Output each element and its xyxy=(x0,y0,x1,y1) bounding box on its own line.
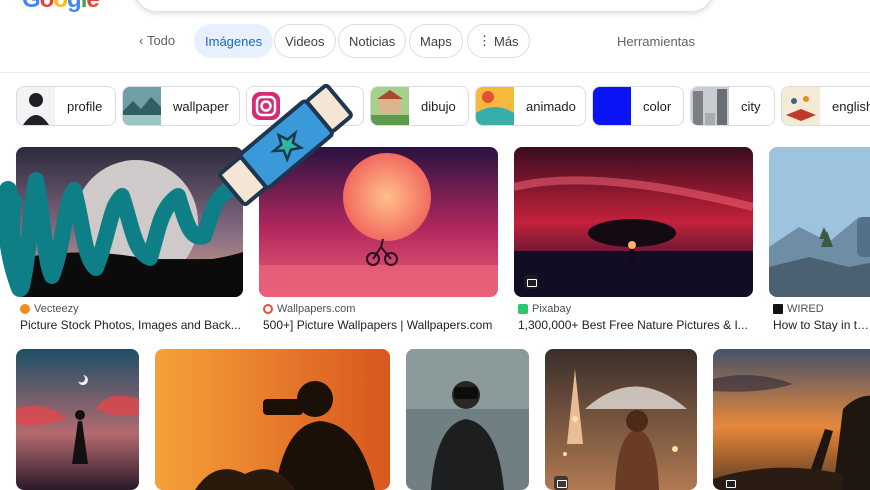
tab-maps[interactable]: Maps xyxy=(409,24,463,58)
filter-label: dibujo xyxy=(421,98,456,114)
tab-videos[interactable]: Videos xyxy=(274,24,336,58)
color-thumb xyxy=(593,87,631,125)
result-image[interactable] xyxy=(259,147,498,297)
tab-label: Más xyxy=(494,33,519,49)
more-vert-icon: ⋮ xyxy=(478,33,491,48)
tab-label: Videos xyxy=(285,33,325,49)
filter-chip-dibujo[interactable]: dibujo xyxy=(370,86,469,126)
result-source: WIRED xyxy=(787,303,824,315)
tab-todo-label: Todo xyxy=(146,33,176,48)
tab-mas[interactable]: ⋮ Más xyxy=(467,24,530,58)
image-result-climber[interactable] xyxy=(713,349,870,490)
wired-favicon-icon xyxy=(773,304,783,314)
tools-button[interactable]: Herramientas xyxy=(617,34,695,49)
filter-label: wallpaper xyxy=(173,98,229,114)
result-image[interactable] xyxy=(514,147,753,297)
search-box[interactable] xyxy=(135,0,713,12)
filter-chip-profile[interactable]: profile xyxy=(16,86,116,126)
result-image[interactable] xyxy=(16,147,243,297)
image-result-camera-man[interactable] xyxy=(406,349,529,490)
result-title[interactable]: 1,300,000+ Best Free Nature Pictures & I… xyxy=(518,318,753,332)
result-title[interactable]: How to Stay in the xyxy=(773,318,870,332)
filter-label: english xyxy=(832,98,870,114)
result-source: Pixabay xyxy=(532,303,572,315)
filter-chip-city[interactable]: city xyxy=(690,86,775,126)
tab-noticias[interactable]: Noticias xyxy=(338,24,407,58)
search-tabs: ‹ Todo Imágenes Videos Noticias Maps ⋮ Má… xyxy=(0,24,870,60)
result-source: Wallpapers.com xyxy=(277,303,356,315)
filter-label: city xyxy=(741,98,761,114)
image-result-paris-umbrella[interactable] xyxy=(545,349,697,490)
google-logo[interactable]: Google xyxy=(22,0,100,14)
tab-todo[interactable]: ‹ Todo xyxy=(139,33,175,48)
dibujo-thumb xyxy=(371,87,409,125)
tab-imagenes[interactable]: Imágenes xyxy=(194,24,274,58)
tab-label: Maps xyxy=(420,33,452,49)
image-badge-icon xyxy=(554,476,568,490)
filter-chip-wallpaper[interactable]: wallpaper xyxy=(122,86,240,126)
image-result-photographer[interactable] xyxy=(155,349,390,490)
city-thumb xyxy=(691,87,729,125)
filter-label: animado xyxy=(526,98,576,114)
header-divider xyxy=(0,72,870,73)
image-result-silhouette-sky[interactable] xyxy=(16,349,139,490)
result-title[interactable]: 500+] Picture Wallpapers | Wallpapers.co… xyxy=(263,318,503,332)
tab-label: Imágenes xyxy=(205,33,263,49)
result-source: Vecteezy xyxy=(34,303,79,315)
instagram-icon xyxy=(247,87,285,125)
pixabay-favicon-icon xyxy=(518,304,528,314)
vecteezy-favicon-icon xyxy=(20,304,30,314)
filter-chip-instagram[interactable] xyxy=(246,86,364,126)
image-badge-icon xyxy=(524,275,538,289)
filter-chip-english[interactable]: english xyxy=(781,86,870,126)
animado-thumb xyxy=(476,87,514,125)
result-image[interactable] xyxy=(769,147,870,297)
english-thumb xyxy=(782,87,820,125)
profile-thumb xyxy=(17,87,55,125)
image-badge-icon xyxy=(723,476,737,490)
filter-chip-animado[interactable]: animado xyxy=(475,86,586,126)
result-title[interactable]: Picture Stock Photos, Images and Back... xyxy=(20,318,245,332)
wallpaper-thumb xyxy=(123,87,161,125)
filter-label: profile xyxy=(67,98,103,114)
wallpapers-favicon-icon xyxy=(263,304,273,314)
filter-chips: profile wallpaper dibujo animado color c… xyxy=(16,86,870,126)
tab-label: Noticias xyxy=(349,33,396,49)
chevron-left-icon: ‹ xyxy=(139,33,147,48)
filter-label: color xyxy=(643,98,672,114)
filter-chip-color[interactable]: color xyxy=(592,86,684,126)
